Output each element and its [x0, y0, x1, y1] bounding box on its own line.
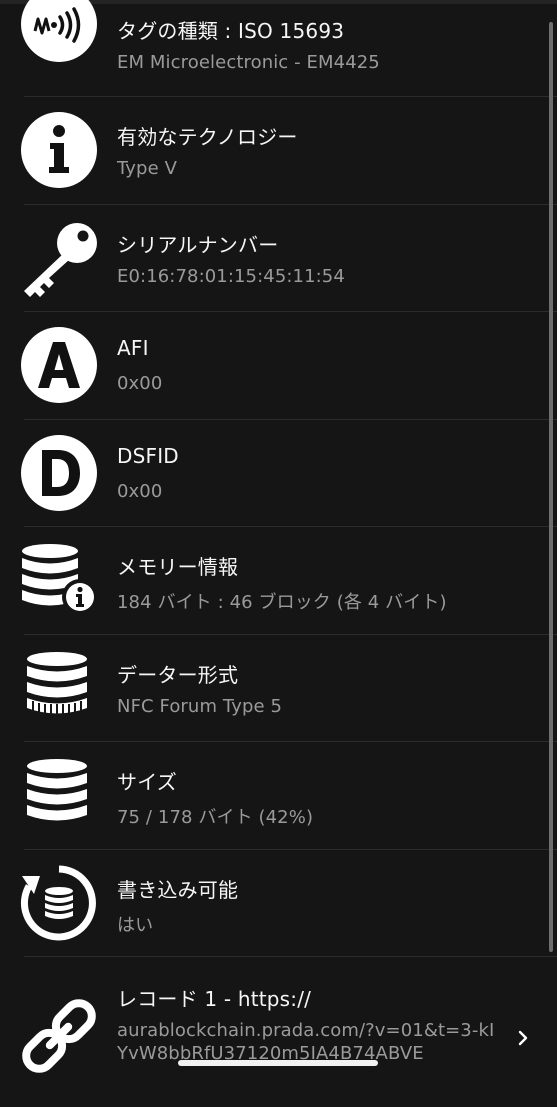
row-title: 書き込み可能 [117, 877, 239, 902]
row-data-format: データー形式 NFC Forum Type 5 [0, 635, 557, 743]
letter-a-icon [20, 326, 98, 404]
row-title: レコード 1 - https:// [117, 987, 312, 1011]
row-value: 75 / 178 バイト (42%) [117, 807, 314, 828]
nfc-tag-icon [20, 0, 98, 63]
tag-info-list: タグの種類 : ISO 15693 EM Microelectronic - E… [0, 0, 557, 1107]
row-value: NFC Forum Type 5 [117, 695, 283, 717]
row-title: シリアルナンバー [117, 232, 279, 257]
row-title: 有効なテクノロジー [117, 125, 298, 149]
home-indicator[interactable] [178, 1060, 378, 1066]
row-title: メモリー情報 [117, 555, 239, 579]
link-icon [20, 997, 98, 1075]
writable-refresh-icon [20, 864, 98, 942]
chevron-right-icon[interactable] [515, 1030, 531, 1046]
row-dsfid: DSFID 0x00 [0, 420, 557, 528]
row-serial-number: シリアルナンバー E0:16:78:01:15:45:11:54 [0, 205, 557, 313]
row-value: Type V [117, 158, 177, 179]
row-title: DSFID [117, 443, 179, 468]
database-size-icon [20, 756, 98, 834]
row-value: E0:16:78:01:15:45:11:54 [117, 265, 345, 287]
row-writable: 書き込み可能 はい [0, 850, 557, 958]
row-memory-info: メモリー情報 184 バイト : 46 ブロック (各 4 バイト) [0, 527, 557, 635]
row-technology: 有効なテクノロジー Type V [0, 97, 557, 205]
row-value: 184 バイト : 46 ブロック (各 4 バイト) [117, 592, 447, 613]
database-format-icon [20, 649, 98, 727]
row-value: EM Microelectronic - EM4425 [117, 52, 380, 73]
row-title: データー形式 [117, 662, 239, 687]
row-afi: AFI 0x00 [0, 312, 557, 420]
row-title: タグの種類 : ISO 15693 [117, 19, 345, 43]
row-size: サイズ 75 / 178 バイト (42%) [0, 742, 557, 850]
row-value: aurablockchain.prada.com/?v=01&t=3-kIYvW… [117, 1020, 495, 1064]
scrollbar[interactable] [549, 22, 553, 952]
key-icon [20, 221, 98, 299]
info-icon [20, 111, 98, 189]
letter-d-icon [20, 434, 98, 512]
row-value: はい [117, 914, 154, 936]
database-info-icon [20, 541, 98, 619]
row-title: サイズ [117, 770, 177, 794]
row-value: 0x00 [117, 480, 163, 502]
row-record-1[interactable]: レコード 1 - https:// aurablockchain.prada.c… [0, 957, 557, 1107]
row-title: AFI [117, 336, 149, 360]
row-tag-type: タグの種類 : ISO 15693 EM Microelectronic - E… [0, 0, 557, 97]
row-value: 0x00 [117, 373, 163, 394]
